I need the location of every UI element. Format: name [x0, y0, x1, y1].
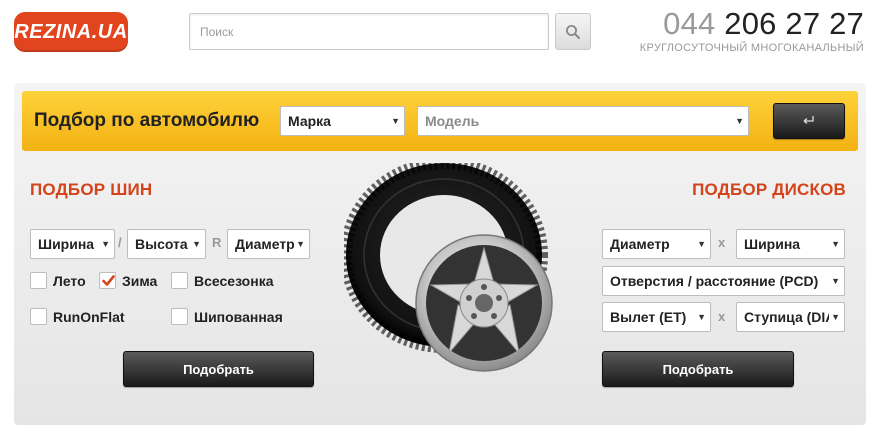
r-separator: R [212, 235, 222, 250]
disc-pcd-select[interactable]: Отверстия / расстояние (PCD) ▼ [602, 266, 845, 296]
chevron-down-icon: ▼ [831, 276, 840, 286]
tires-submit-button[interactable]: Подобрать [123, 351, 314, 387]
tire-width-select[interactable]: Ширина ▼ [30, 229, 115, 259]
disc-width-value: Ширина [744, 236, 801, 252]
search-button[interactable] [555, 13, 591, 50]
tires-title: ПОДБОР ШИН [30, 180, 153, 199]
x-separator: x [718, 309, 726, 324]
search-icon [566, 24, 580, 39]
checkbox-box[interactable] [171, 308, 188, 325]
make-select-value: Марка [288, 113, 331, 129]
checkbox-studded[interactable]: Шипованная [171, 308, 283, 325]
make-select[interactable]: Марка ▼ [280, 106, 405, 136]
chevron-down-icon: ▼ [735, 116, 744, 126]
checkbox-label: Шипованная [194, 308, 283, 325]
phone-caption: КРУГЛОСУТОЧНЫЙ МНОГОКАНАЛЬНЫЙ [639, 42, 864, 54]
chevron-down-icon: ▼ [697, 312, 706, 322]
selection-panel: Подбор по автомобилю Марка ▼ Модель ▼ ПО… [14, 83, 866, 425]
logo-text: REZINA.UA [14, 20, 128, 43]
disc-dia-select[interactable]: Ступица (DIA) ▼ [736, 302, 845, 332]
checkbox-label: Лето [53, 272, 86, 289]
tire-height-select[interactable]: Высота ▼ [127, 229, 206, 259]
checkbox-label: RunOnFlat [53, 308, 125, 325]
chevron-down-icon: ▼ [697, 239, 706, 249]
tire-height-value: Высота [135, 236, 188, 252]
phone-number[interactable]: 044 206 27 27 [640, 6, 864, 42]
checkbox-allseason[interactable]: Всесезонка [171, 272, 273, 289]
x-separator: x [718, 235, 726, 250]
tire-width-value: Ширина [38, 236, 95, 252]
checkbox-box[interactable] [30, 272, 47, 289]
car-search-button[interactable] [773, 103, 845, 139]
chevron-down-icon: ▼ [391, 116, 400, 126]
checkbox-summer[interactable]: Лето [30, 272, 86, 289]
checkbox-label: Зима [122, 272, 158, 289]
checkbox-winter[interactable]: Зима [99, 272, 157, 289]
check-icon [102, 275, 115, 286]
car-selection-title: Подбор по автомобилю [34, 110, 260, 131]
phone-block: 044 206 27 27 КРУГЛОСУТОЧНЫЙ МНОГОКАНАЛЬ… [640, 6, 864, 54]
discs-submit-label: Подобрать [662, 361, 734, 377]
disc-et-select[interactable]: Вылет (ET) ▼ [602, 302, 711, 332]
discs-submit-button[interactable]: Подобрать [602, 351, 794, 387]
checkbox-box[interactable] [99, 272, 116, 289]
disc-diameter-select[interactable]: Диаметр ▼ [602, 229, 711, 259]
model-select-value: Модель [425, 113, 480, 129]
chevron-down-icon: ▼ [192, 239, 201, 249]
search-input[interactable] [189, 13, 549, 50]
disc-diameter-value: Диаметр [610, 236, 670, 252]
car-selection-bar: Подбор по автомобилю Марка ▼ Модель ▼ [22, 91, 858, 151]
checkbox-runonflat[interactable]: RunOnFlat [30, 308, 125, 325]
logo[interactable]: REZINA.UA [14, 12, 128, 52]
slash-separator: / [118, 235, 122, 250]
model-select[interactable]: Модель ▼ [417, 106, 749, 136]
return-arrow-icon [803, 116, 814, 124]
checkbox-box[interactable] [30, 308, 47, 325]
checkbox-box[interactable] [171, 272, 188, 289]
chevron-down-icon: ▼ [296, 239, 305, 249]
discs-title: ПОДБОР ДИСКОВ [692, 180, 846, 199]
tire-diameter-value: Диаметр [235, 236, 295, 252]
wheel-image [344, 163, 553, 372]
chevron-down-icon: ▼ [831, 239, 840, 249]
page: REZINA.UA 044 206 27 27 КРУГЛОСУТОЧНЫЙ М… [0, 0, 880, 437]
disc-et-value: Вылет (ET) [610, 309, 687, 325]
phone-code: 044 [663, 6, 716, 41]
chevron-down-icon: ▼ [101, 239, 110, 249]
checkbox-label: Всесезонка [194, 272, 274, 289]
chevron-down-icon: ▼ [829, 303, 840, 331]
tires-submit-label: Подобрать [183, 361, 254, 377]
disc-pcd-value: Отверстия / расстояние (PCD) [610, 273, 819, 289]
tire-diameter-select[interactable]: Диаметр ▼ [227, 229, 310, 259]
disc-width-select[interactable]: Ширина ▼ [736, 229, 845, 259]
disc-dia-value: Ступица (DIA) [744, 309, 841, 325]
phone-main: 206 27 27 [724, 6, 864, 41]
